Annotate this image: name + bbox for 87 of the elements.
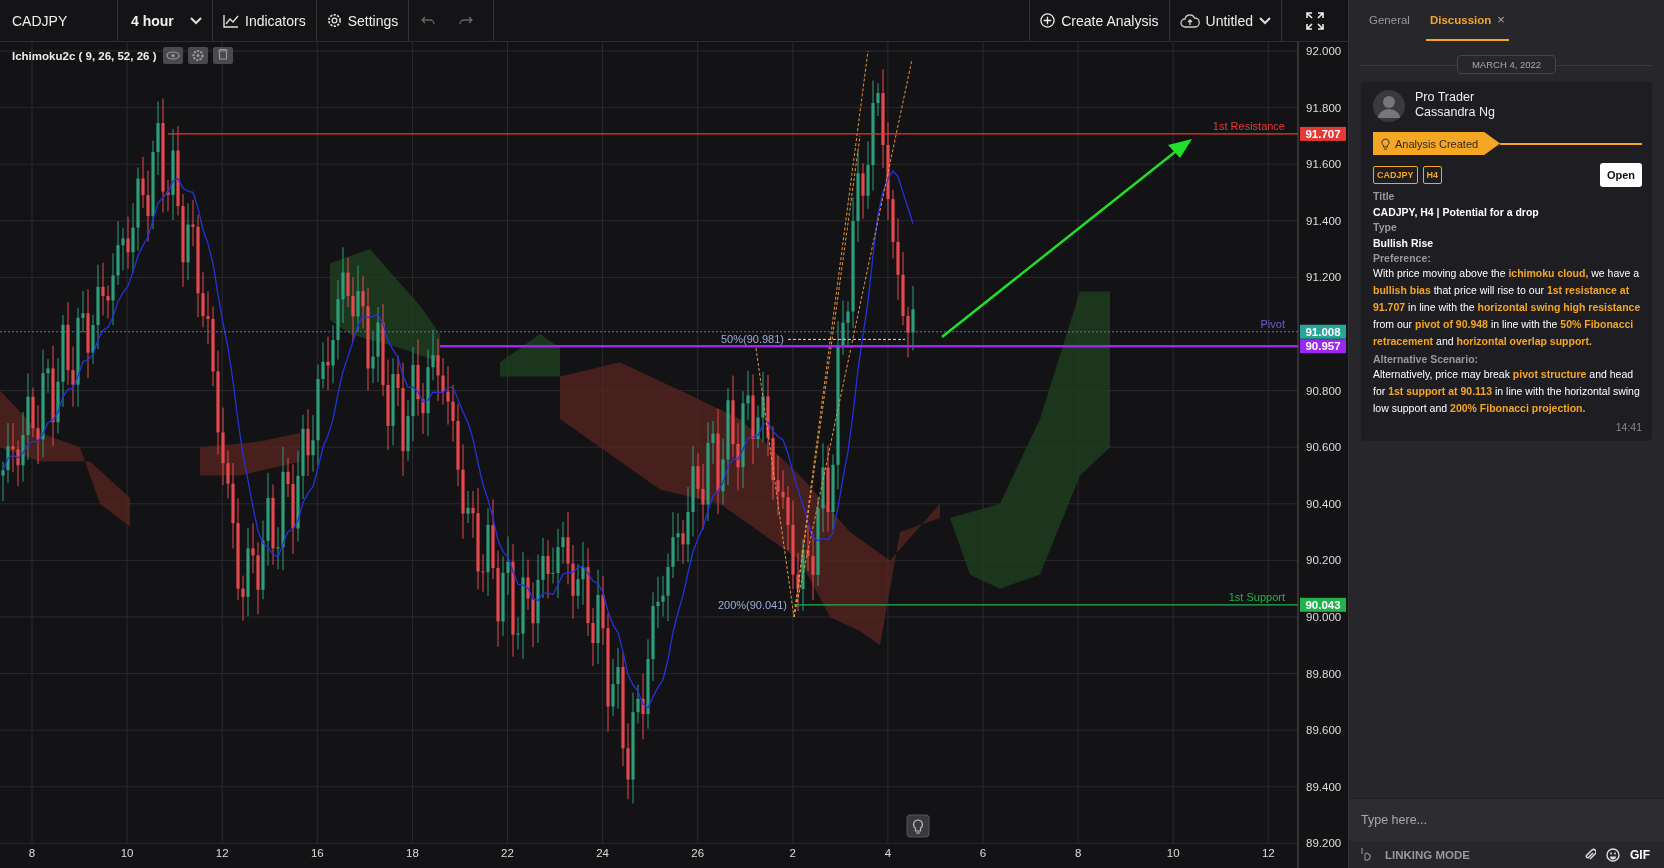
plus-circle-icon <box>1040 13 1056 28</box>
price-tag: 91.008 <box>1300 324 1346 339</box>
price-tick: 90.400 <box>1306 497 1342 510</box>
time-tick: 2 <box>789 847 796 859</box>
settings-button[interactable] <box>188 47 208 64</box>
message-time: 14:41 <box>1615 421 1642 433</box>
price-tick: 89.400 <box>1306 780 1342 793</box>
settings-icon <box>326 13 342 28</box>
time-tick: 10 <box>120 847 134 859</box>
fib-label: 50%(90.981) <box>721 333 784 346</box>
chevron-down-icon <box>1259 16 1271 25</box>
avatar-icon <box>1373 90 1405 122</box>
price-tag: 90.043 <box>1300 597 1346 612</box>
time-tick: 6 <box>979 847 987 859</box>
layout-dropdown[interactable]: Untitled <box>1169 0 1282 41</box>
tab-label: Discussion <box>1429 13 1492 26</box>
field-value: Bullish Rise <box>1373 237 1435 249</box>
linking-mode-toggle[interactable]: LINKING MODE <box>1385 848 1470 861</box>
price-tick: 91.600 <box>1306 158 1342 171</box>
symbol-selector[interactable]: CADJPY <box>0 0 118 41</box>
level-line[interactable] <box>0 331 1299 333</box>
open-button[interactable]: Open <box>1599 163 1642 187</box>
field-value: CADJPY, H4 | Potential for a drop <box>1373 206 1540 218</box>
time-tick: 18 <box>406 847 419 859</box>
panel-tab[interactable]: Discussion × <box>1425 0 1509 41</box>
create-analysis-button[interactable]: Create Analysis <box>1029 0 1170 41</box>
panel-tab[interactable]: General <box>1365 0 1414 41</box>
section-label: Alternative Scenario: <box>1373 353 1480 365</box>
cloud-upload-icon <box>1179 13 1200 28</box>
fib-label: 200%(90.041) <box>717 599 787 612</box>
interval-dropdown[interactable]: 4 hour <box>118 0 213 41</box>
symbol-tag: H4 <box>1422 166 1443 184</box>
indicator-label: Ichimoku2c ( 9, 26, 52, 26 ) <box>12 50 157 62</box>
price-tick: 91.400 <box>1306 214 1342 227</box>
tab-label: General <box>1369 13 1410 26</box>
paperclip-icon[interactable] <box>1584 847 1596 862</box>
price-tick: 90.600 <box>1306 441 1342 454</box>
indicators-button[interactable]: Indicators <box>213 0 317 41</box>
price-tick: 90.000 <box>1306 611 1342 623</box>
fullscreen-icon <box>1306 11 1324 30</box>
chart-line-icon <box>223 13 239 28</box>
author-role: Pro Trader <box>1415 90 1476 105</box>
time-tick: 12 <box>215 847 229 859</box>
time-tick: 26 <box>691 847 705 859</box>
price-tag: 90.957 <box>1300 339 1346 354</box>
section-label: Preference: <box>1373 252 1432 264</box>
chevron-down-icon <box>190 16 202 25</box>
settings-button[interactable]: Settings <box>316 0 410 41</box>
time-tick: 16 <box>310 847 324 859</box>
event-label: Analysis Created <box>1395 137 1479 150</box>
redo-icon <box>459 15 474 26</box>
message-input[interactable]: Type here... <box>1349 798 1664 841</box>
analysis-paragraph: Alternatively, price may break pivot structure and head for 1st support at 90.113 in line with the horizontal swing low support and 200% Fibonacci projection. <box>1373 367 1641 416</box>
price-tick: 91.800 <box>1306 101 1342 114</box>
price-tick: 89.200 <box>1306 837 1342 850</box>
time-tick: 12 <box>1261 847 1275 859</box>
price-tick: 89.800 <box>1306 667 1342 680</box>
time-tick: 24 <box>596 847 609 859</box>
price-tick: 91.200 <box>1306 271 1342 284</box>
idea-button[interactable] <box>906 814 930 838</box>
analysis-paragraph: With price moving above the ichimoku cloud, we have a bullish bias that price will rise to our 1st resistance at 91.707 in line with the horizontal swing high resistance from our pivot of 90.948 in line with the 50% Fibonacci retracement and horizontal overlap support. <box>1373 266 1642 349</box>
close-tab-button[interactable]: × <box>1497 12 1505 27</box>
author-name: Cassandra Ng <box>1415 105 1495 120</box>
time-tick: 4 <box>884 847 892 859</box>
lightbulb-icon <box>1381 137 1390 150</box>
level-label: Pivot <box>1260 317 1285 330</box>
delete-button[interactable] <box>213 47 233 64</box>
level-label: 1st Support <box>1228 590 1285 603</box>
price-tag: 91.707 <box>1300 126 1346 141</box>
field-label: Title <box>1373 190 1396 202</box>
time-tick: 22 <box>501 847 514 859</box>
price-tick: 90.200 <box>1306 554 1342 567</box>
level-label: 1st Resistance <box>1212 119 1285 132</box>
price-tick: 92.000 <box>1306 45 1342 57</box>
symbol-tag: CADJPY <box>1373 166 1418 184</box>
gif-button[interactable]: GIF <box>1630 847 1650 862</box>
emoji-icon[interactable] <box>1606 847 1620 862</box>
time-tick: 10 <box>1166 847 1180 859</box>
date-separator: MARCH 4, 2022 <box>1456 55 1557 74</box>
price-tick: 90.800 <box>1306 384 1342 397</box>
field-label: Type <box>1373 221 1398 233</box>
visibility-button[interactable] <box>163 47 183 64</box>
undo-icon <box>421 15 436 26</box>
time-tick: 8 <box>28 847 36 859</box>
level-line[interactable] <box>440 344 1298 348</box>
time-tick: 8 <box>1074 847 1082 859</box>
price-tick: 89.600 <box>1306 724 1342 737</box>
